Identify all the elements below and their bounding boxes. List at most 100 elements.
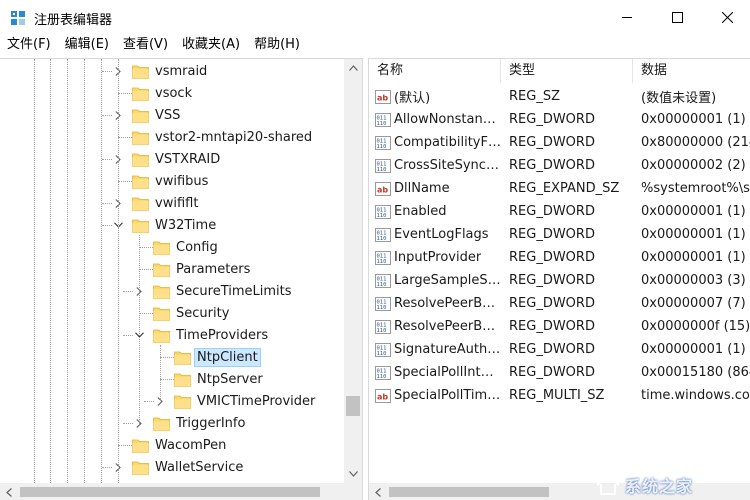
minimize-icon: [621, 16, 632, 18]
value-row[interactable]: 011 110 InputProvider REG_DWORD 0x00000001 (…: [369, 246, 750, 269]
watermark-text: 系统之家: [625, 477, 694, 496]
regedit-window: 注册表编辑器 文件(F) 编辑(E) 查看(V) 收藏夹(A) 帮助(H) vs…: [0, 0, 750, 500]
value-row[interactable]: 011110SignatureAuthAllowed REG_DWORD 0x000…: [369, 338, 750, 361]
tree-line: [102, 203, 112, 204]
column-header-type[interactable]: 类型: [501, 59, 633, 83]
menu-view[interactable]: 查看(V): [116, 34, 175, 56]
values-list-pane[interactable]: 名称 类型 数据 ab (默认) REG_SZ (数值未设置) 011 110 AllowN…: [368, 58, 750, 500]
scroll-left-arrow-icon[interactable]: [0, 483, 18, 500]
tree-item-label: Parameters: [176, 261, 251, 277]
svg-text:ab: ab: [377, 392, 388, 401]
value-row[interactable]: 011110SpecialPollInterval REG_DWORD 0x0001…: [369, 361, 750, 384]
value-row[interactable]: 011 110 EventLogFlags REG_DWORD 0x00000001 (…: [369, 223, 750, 246]
tree-item[interactable]: WalletService: [112, 456, 245, 478]
string-value-icon: ab: [375, 89, 391, 105]
tree-line: [102, 159, 112, 160]
menu-edit[interactable]: 编辑(E): [58, 34, 116, 56]
scroll-down-arrow-icon[interactable]: [344, 465, 362, 483]
maximize-button[interactable]: [654, 0, 700, 34]
scroll-left-arrow-icon[interactable]: [369, 483, 387, 500]
binary-value-icon: 011 110: [375, 135, 391, 151]
tree-item-label: VMICTimeProvider: [197, 393, 316, 409]
folder-icon: [132, 152, 149, 167]
tree-item[interactable]: TimeProviders: [133, 324, 270, 346]
value-name-cell: 011 110 Enabled: [369, 204, 501, 220]
value-row[interactable]: 011110CrossSiteSyncFlags REG_DWORD 0x00000…: [369, 154, 750, 177]
value-data: time.windows.com,7ea2a81: [641, 388, 750, 403]
value-type: REG_DWORD: [509, 342, 595, 357]
binary-value-icon: 011 110: [375, 250, 391, 266]
tree-scroll-thumb[interactable]: [346, 396, 360, 416]
minimize-button[interactable]: [604, 0, 650, 34]
tree-item[interactable]: SecureTimeLimits: [133, 280, 294, 302]
folder-icon: [132, 196, 149, 211]
value-row[interactable]: 011110ResolvePeerBackoffMinutes REG_DWORD…: [369, 315, 750, 338]
tree-guide-line: [118, 59, 119, 483]
tree-line: [118, 445, 132, 446]
folder-icon: [153, 240, 170, 255]
tree-item[interactable]: vwififlt: [112, 192, 200, 214]
value-name-cell: 011110ResolvePeerBackoffMinutes: [369, 319, 501, 335]
value-type: REG_DWORD: [509, 319, 595, 334]
value-row[interactable]: 011110ResolvePeerBackoffMaxTimes REG_DWOR…: [369, 292, 750, 315]
tree-line: [102, 467, 112, 468]
tree-item-label: Config: [176, 239, 218, 255]
tree-item[interactable]: VSTXRAID: [112, 148, 222, 170]
svg-text:110: 110: [377, 236, 387, 242]
tree-horizontal-scrollbar[interactable]: [0, 483, 344, 500]
column-header-name[interactable]: 名称: [369, 59, 501, 83]
folder-icon: [132, 460, 149, 475]
menu-favorites[interactable]: 收藏夹(A): [175, 34, 247, 56]
value-type: REG_MULTI_SZ: [509, 388, 605, 403]
value-data: 0x80000000 (2147483648): [641, 135, 750, 150]
value-name-cell: 011110AllowNonstandardModeCombinations: [369, 112, 501, 128]
value-row[interactable]: ab SpecialPollTimeRemaining REG_MULTI_SZ ti…: [369, 384, 750, 407]
tree-vertical-scrollbar[interactable]: [344, 59, 362, 483]
value-name: CompatibilityFlags: [394, 135, 501, 150]
value-name-cell: 011110LargeSampleSkew: [369, 273, 501, 289]
tree-hscroll-thumb[interactable]: [20, 487, 320, 497]
folder-icon: [132, 130, 149, 145]
folder-icon: [174, 394, 191, 409]
close-button[interactable]: [704, 0, 750, 34]
tree-guide-line: [84, 59, 85, 483]
value-name-cell: 011 110 InputProvider: [369, 250, 501, 266]
value-data: 0x00000002 (2): [641, 158, 746, 173]
tree-line: [144, 401, 154, 402]
watermark-logo: 系统之家: [595, 472, 745, 498]
tree-item[interactable]: W32Time: [112, 214, 218, 236]
value-row[interactable]: ab (默认) REG_SZ (数值未设置): [369, 85, 750, 108]
value-row[interactable]: 011 110 Enabled REG_DWORD 0x00000001 (1): [369, 200, 750, 223]
list-hscroll-thumb[interactable]: [389, 487, 549, 497]
value-row[interactable]: ab DllName REG_EXPAND_SZ %systemroot%\syste…: [369, 177, 750, 200]
value-data: 0x00000001 (1): [641, 112, 746, 127]
scroll-up-arrow-icon[interactable]: [344, 59, 362, 77]
svg-text:110: 110: [377, 305, 387, 311]
tree-line: [160, 357, 174, 358]
tree-line: [102, 71, 112, 72]
tree-line: [123, 291, 133, 292]
window-title: 注册表编辑器: [34, 13, 113, 28]
tree-item[interactable]: vstor2-mntapi20-shared: [112, 126, 314, 148]
tree-item-label: vwififlt: [155, 195, 199, 211]
tree-item[interactable]: TriggerInfo: [133, 412, 247, 434]
column-header-data[interactable]: 数据: [633, 59, 750, 83]
value-type: REG_DWORD: [509, 158, 595, 173]
value-row[interactable]: 011110LargeSampleSkew REG_DWORD 0x00000003…: [369, 269, 750, 292]
tree-item[interactable]: vsmraid: [112, 60, 209, 82]
title-bar[interactable]: 注册表编辑器: [0, 0, 750, 34]
value-row[interactable]: 011110AllowNonstandardModeCombinations RE…: [369, 108, 750, 131]
folder-icon: [132, 174, 149, 189]
tree-item[interactable]: VSS: [112, 104, 182, 126]
value-name: ResolvePeerBackoffMinutes: [394, 319, 501, 334]
menu-help[interactable]: 帮助(H): [247, 34, 307, 56]
tree-guide-line: [101, 59, 102, 483]
tree-line: [118, 93, 132, 94]
tree-item[interactable]: VMICTimeProvider: [154, 390, 317, 412]
key-tree-pane[interactable]: vsmraid vsock VSS vstor2-mntapi20-shared VST…: [0, 58, 363, 500]
binary-value-icon: 011 110: [375, 365, 391, 381]
menu-file[interactable]: 文件(F): [0, 34, 58, 56]
folder-icon: [132, 438, 149, 453]
value-row[interactable]: 011110CompatibilityFlags REG_DWORD 0x80000…: [369, 131, 750, 154]
value-name: InputProvider: [394, 250, 482, 265]
